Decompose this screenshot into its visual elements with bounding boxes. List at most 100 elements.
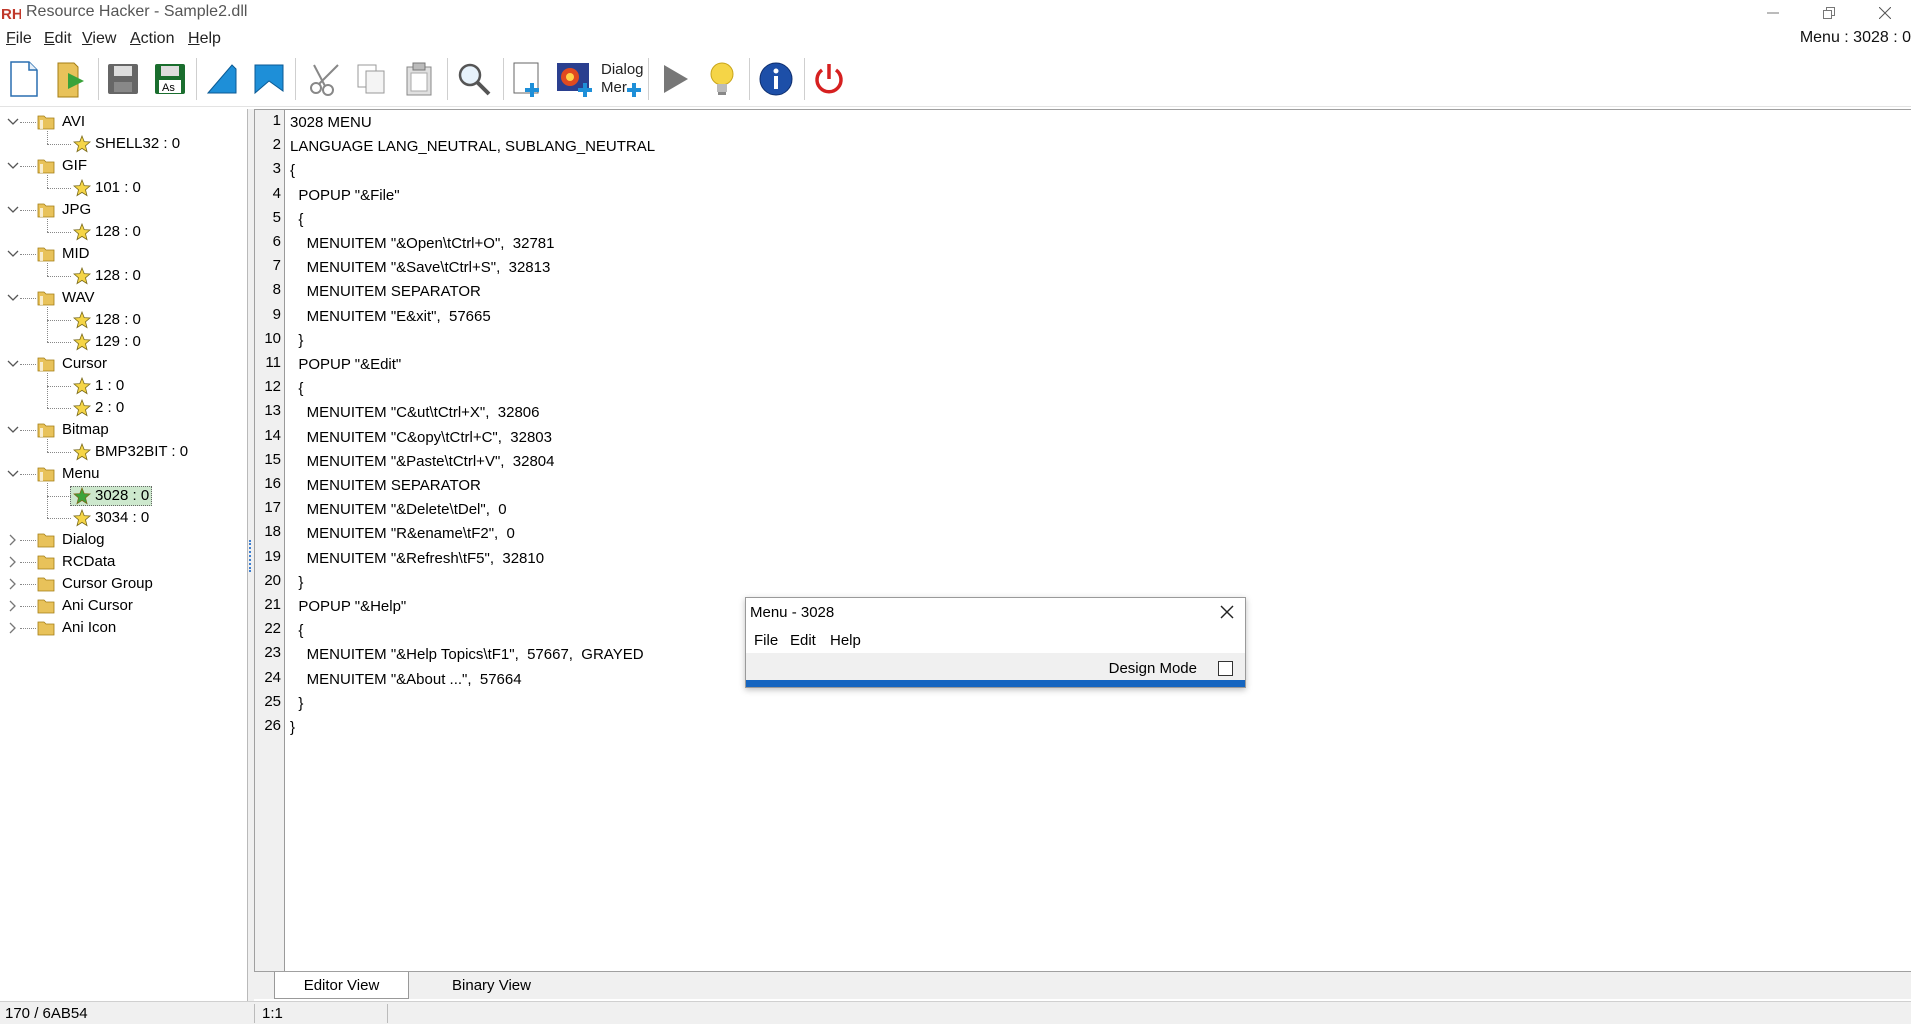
preview-menu-file[interactable]: File <box>754 632 778 649</box>
tree-group-label[interactable]: Cursor Group <box>62 575 153 592</box>
tree-group-label[interactable]: Cursor <box>62 355 107 372</box>
code-line[interactable]: } <box>290 332 303 349</box>
tree-group-label[interactable]: WAV <box>62 289 95 306</box>
chevron-down-icon[interactable] <box>7 204 19 216</box>
about-button[interactable] <box>753 56 799 102</box>
chevron-down-icon[interactable] <box>7 468 19 480</box>
dialog-menu-editor-button[interactable]: Dialog Mer <box>598 56 644 102</box>
tree-resource-item[interactable]: BMP32BIT : 0 <box>95 443 188 460</box>
new-button[interactable] <box>1 56 47 102</box>
tree-group-label[interactable]: Dialog <box>62 531 105 548</box>
code-line[interactable]: POPUP "&Edit" <box>290 356 401 373</box>
tree-group-label[interactable]: Ani Cursor <box>62 597 133 614</box>
code-line[interactable]: MENUITEM "&Open\tCtrl+O", 32781 <box>290 235 555 252</box>
preview-menu-edit[interactable]: Edit <box>790 632 816 649</box>
add-image-resource-button[interactable] <box>552 56 598 102</box>
code-line[interactable]: { <box>290 162 295 179</box>
tree-resource-item[interactable]: 101 : 0 <box>95 179 141 196</box>
open-button[interactable] <box>49 56 95 102</box>
code-line[interactable]: MENUITEM "&Save\tCtrl+S", 32813 <box>290 259 551 276</box>
preview-title-bar[interactable]: Menu - 3028 <box>746 598 1245 628</box>
copy-button[interactable] <box>349 56 395 102</box>
hint-button[interactable] <box>699 56 745 102</box>
restore-button[interactable] <box>1801 0 1857 26</box>
script-editor[interactable]: 1 2 3 4 5 6 7 8 9 10 11 12 13 14 15 16 17 18 19 20 21 22 23 24 2… <box>254 109 1911 971</box>
chevron-down-icon[interactable] <box>7 424 19 436</box>
splitter-grip[interactable] <box>249 540 253 572</box>
menu-action[interactable]: Action <box>130 30 174 48</box>
chevron-right-icon[interactable] <box>7 534 19 546</box>
menu-preview-window[interactable]: Menu - 3028 File Edit Help Design Mode <box>745 597 1246 688</box>
exit-button[interactable] <box>806 56 852 102</box>
chevron-down-icon[interactable] <box>7 160 19 172</box>
add-blank-resource-button[interactable] <box>505 56 551 102</box>
chevron-down-icon[interactable] <box>7 358 19 370</box>
tree-group-label[interactable]: MID <box>62 245 90 262</box>
tree-group-label[interactable]: JPG <box>62 201 91 218</box>
menu-edit[interactable]: Edit <box>44 30 72 48</box>
chevron-right-icon[interactable] <box>7 600 19 612</box>
code-line[interactable]: MENUITEM SEPARATOR <box>290 283 481 300</box>
cut-button[interactable] <box>303 56 349 102</box>
tree-resource-item[interactable]: 2 : 0 <box>95 399 124 416</box>
code-line[interactable]: POPUP "&File" <box>290 187 399 204</box>
code-line[interactable]: MENUITEM "&Refresh\tF5", 32810 <box>290 550 544 567</box>
paste-button[interactable] <box>396 56 442 102</box>
code-line[interactable]: POPUP "&Help" <box>290 598 406 615</box>
chevron-down-icon[interactable] <box>7 292 19 304</box>
run-button[interactable] <box>651 56 697 102</box>
code-line[interactable]: 3028 MENU <box>290 114 372 131</box>
code-line[interactable]: } <box>290 695 303 712</box>
chevron-down-icon[interactable] <box>7 248 19 260</box>
code-line[interactable]: MENUITEM "&Delete\tDel", 0 <box>290 501 507 518</box>
tree-resource-item[interactable]: 128 : 0 <box>95 223 141 240</box>
code-line[interactable]: LANGUAGE LANG_NEUTRAL, SUBLANG_NEUTRAL <box>290 138 655 155</box>
code-line[interactable]: } <box>290 719 295 736</box>
tab-binary-view[interactable]: Binary View <box>424 972 559 999</box>
tree-group-label[interactable]: Bitmap <box>62 421 109 438</box>
preview-menu-help[interactable]: Help <box>830 632 861 649</box>
tree-group-label[interactable]: GIF <box>62 157 87 174</box>
tree-resource-item[interactable]: 1 : 0 <box>95 377 124 394</box>
minimize-button[interactable] <box>1745 0 1801 26</box>
chevron-down-icon[interactable] <box>7 116 19 128</box>
code-line[interactable]: { <box>290 380 303 397</box>
tab-editor-view[interactable]: Editor View <box>274 972 409 999</box>
code-line[interactable]: MENUITEM SEPARATOR <box>290 477 481 494</box>
code-line[interactable]: { <box>290 211 303 228</box>
save-button[interactable] <box>100 56 146 102</box>
chevron-right-icon[interactable] <box>7 556 19 568</box>
tree-resource-item[interactable]: 128 : 0 <box>95 267 141 284</box>
close-button[interactable] <box>1857 0 1911 26</box>
tree-group-label[interactable]: AVI <box>62 113 85 130</box>
code-line[interactable]: MENUITEM "C&ut\tCtrl+X", 32806 <box>290 404 540 421</box>
design-mode-checkbox[interactable] <box>1218 661 1233 676</box>
run-script-button[interactable] <box>246 56 292 102</box>
code-line[interactable]: MENUITEM "C&opy\tCtrl+C", 32803 <box>290 429 552 446</box>
tree-group-label[interactable]: RCData <box>62 553 115 570</box>
tree-group-label[interactable]: Menu <box>62 465 100 482</box>
code-line[interactable]: } <box>290 574 303 591</box>
preview-close-button[interactable] <box>1217 602 1237 622</box>
code-line[interactable]: MENUITEM "R&ename\tF2", 0 <box>290 525 515 542</box>
tree-resource-item[interactable]: 3028 : 0 <box>95 487 149 504</box>
chevron-right-icon[interactable] <box>7 622 19 634</box>
menu-view[interactable]: View <box>82 30 116 48</box>
find-button[interactable] <box>451 56 497 102</box>
chevron-right-icon[interactable] <box>7 578 19 590</box>
compile-button[interactable] <box>199 56 245 102</box>
save-as-button[interactable]: As <box>147 56 193 102</box>
tree-resource-item[interactable]: 129 : 0 <box>95 333 141 350</box>
tree-resource-item[interactable]: 3034 : 0 <box>95 509 149 526</box>
code-line[interactable]: MENUITEM "&Paste\tCtrl+V", 32804 <box>290 453 555 470</box>
code-line[interactable]: MENUITEM "&About ...", 57664 <box>290 671 522 688</box>
code-line[interactable]: MENUITEM "E&xit", 57665 <box>290 308 491 325</box>
resource-tree[interactable]: AVI SHELL32 : 0 GIF 101 : 0 JPG 128 : 0 MID 128… <box>0 109 248 1005</box>
code-line[interactable]: { <box>290 622 303 639</box>
tree-resource-item[interactable]: SHELL32 : 0 <box>95 135 180 152</box>
tree-group-label[interactable]: Ani Icon <box>62 619 116 636</box>
tree-resource-item[interactable]: 128 : 0 <box>95 311 141 328</box>
menu-file[interactable]: File <box>6 30 32 48</box>
menu-help[interactable]: Help <box>188 30 221 48</box>
code-line[interactable]: MENUITEM "&Help Topics\tF1", 57667, GRAY… <box>290 646 644 663</box>
